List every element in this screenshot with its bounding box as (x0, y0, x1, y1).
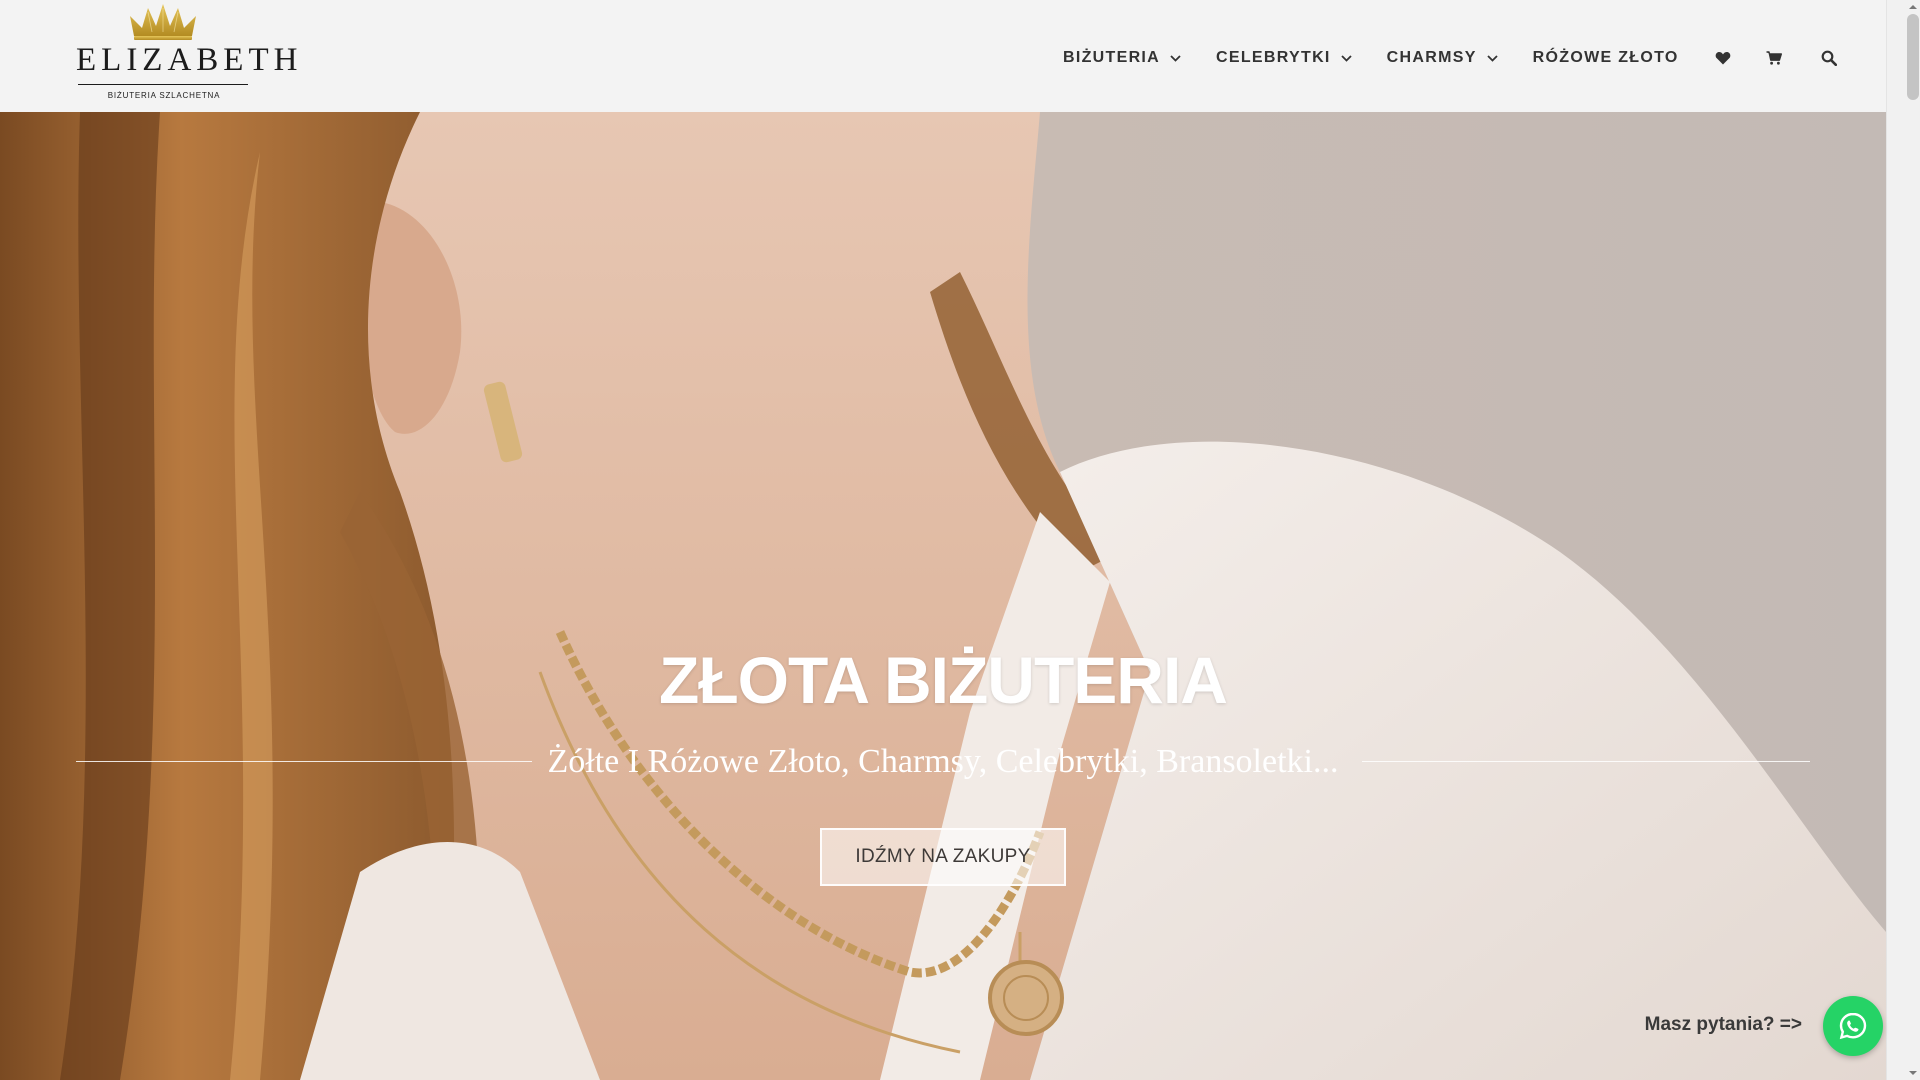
nav-item-label: CELEBRYTKI (1216, 49, 1331, 66)
site-header: ELIZABETH BIŻUTERIA SZLACHETNA BIŻUTERIA… (0, 0, 1886, 112)
hero-banner: ZŁOTA BIŻUTERIA Żółte I Różowe Złoto, Ch… (0, 112, 1886, 1080)
logo-divider (78, 84, 248, 85)
search-icon[interactable] (1821, 50, 1837, 66)
site-logo[interactable]: ELIZABETH BIŻUTERIA SZLACHETNA (76, 0, 303, 108)
nav-item-label: RÓŻOWE ZŁOTO (1532, 49, 1679, 66)
scroll-down-arrow-icon[interactable] (1907, 1068, 1919, 1078)
whatsapp-button[interactable] (1823, 996, 1883, 1056)
hero-title: ZŁOTA BIŻUTERIA (659, 643, 1228, 717)
chevron-down-icon (1341, 54, 1352, 62)
shop-now-button[interactable]: IDŹMY NA ZAKUPY (820, 828, 1066, 886)
nav-item-charmsy[interactable]: CHARMSY (1387, 49, 1498, 67)
chevron-down-icon (1487, 54, 1498, 62)
whatsapp-icon (1839, 1012, 1867, 1040)
heart-icon[interactable] (1715, 50, 1731, 66)
logo-wordmark: ELIZABETH (76, 42, 303, 78)
cart-icon[interactable] (1766, 50, 1782, 66)
scrollbar-thumb[interactable] (1907, 14, 1919, 100)
contact-prompt[interactable]: Masz pytania? => (1612, 1013, 1802, 1037)
chevron-down-icon (1170, 54, 1181, 62)
page-scrollbar[interactable] (1886, 0, 1920, 1080)
nav-item-celebrytki[interactable]: CELEBRYTKI (1216, 49, 1352, 67)
nav-item-rozowe-zloto[interactable]: RÓŻOWE ZŁOTO (1533, 49, 1679, 67)
hero-photo (0, 112, 1886, 1080)
nav-item-label: CHARMSY (1386, 49, 1477, 66)
main-navigation: BIŻUTERIA CELEBRYTKI CHARMSY RÓŻOWE ZŁOT… (1040, 0, 1837, 116)
crown-icon (130, 4, 196, 40)
nav-item-bizuteria[interactable]: BIŻUTERIA (1063, 49, 1181, 67)
hero-subtitle: Żółte I Różowe Złoto, Charmsy, Celebrytk… (547, 743, 1339, 780)
nav-item-label: BIŻUTERIA (1063, 49, 1161, 66)
logo-tagline: BIŻUTERIA SZLACHETNA (107, 91, 221, 100)
scroll-up-arrow-icon[interactable] (1907, 2, 1919, 12)
